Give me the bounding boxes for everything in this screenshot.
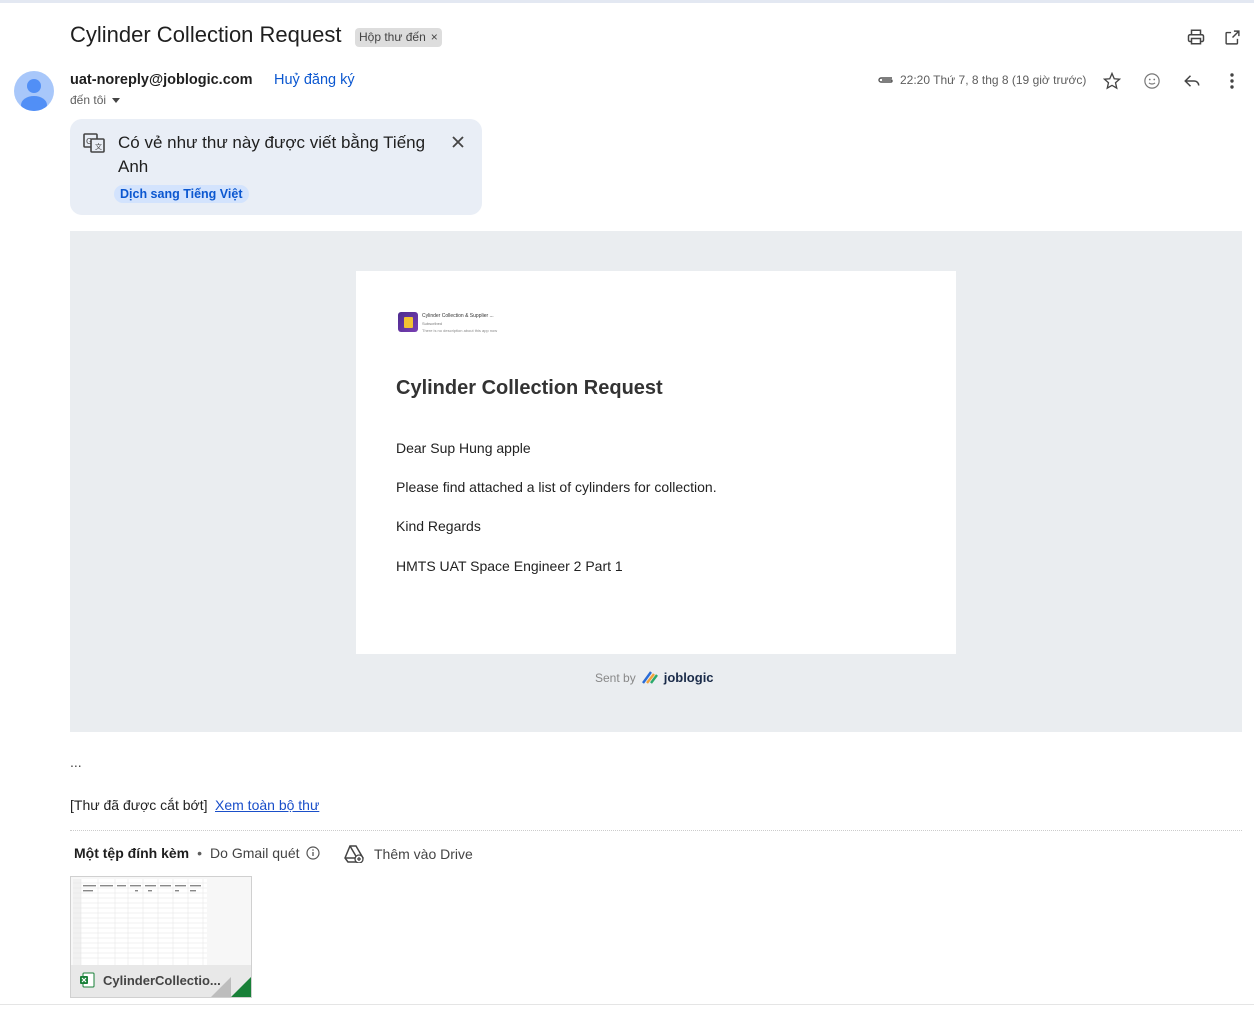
excel-file-icon <box>80 972 95 988</box>
clipped-notice: [Thư đã được cắt bớt] <box>70 797 208 813</box>
top-border <box>0 0 1254 3</box>
email-content-card: Cylinder Collection & Supplier ... Subsc… <box>356 271 956 654</box>
attachment-card[interactable]: CylinderCollectio... <box>70 876 252 998</box>
timestamp: 22:20 Thứ 7, 8 thg 8 (19 giờ trước) <box>900 73 1087 87</box>
app-subtitle: Subscribed <box>422 321 443 326</box>
more-vert-icon[interactable] <box>1221 70 1243 92</box>
show-trimmed-content[interactable]: ... <box>70 754 82 770</box>
star-icon[interactable] <box>1101 70 1123 92</box>
divider <box>70 830 1242 831</box>
translate-icon: G文 <box>83 133 105 153</box>
corner-fold <box>211 977 231 997</box>
add-to-drive-label: Thêm vào Drive <box>374 846 473 862</box>
signature-text: HMTS UAT Space Engineer 2 Part 1 <box>396 558 623 574</box>
inbox-label-chip[interactable]: Hộp thư đến × <box>355 28 442 47</box>
sender-email[interactable]: uat-noreply@joblogic.com <box>70 72 253 88</box>
greeting-text: Dear Sup Hung apple <box>396 440 531 456</box>
sent-by-label: Sent by <box>595 670 636 685</box>
joblogic-logo-icon <box>641 671 658 684</box>
view-full-message-link[interactable]: Xem toàn bộ thư <box>215 797 319 813</box>
remove-label-button[interactable]: × <box>431 28 438 47</box>
attachment-header: Một tệp đính kèm • Do Gmail quét <box>74 845 320 861</box>
reply-icon[interactable] <box>1181 70 1203 92</box>
file-type-corner <box>231 977 251 997</box>
print-icon[interactable] <box>1185 26 1207 48</box>
separator-dot: • <box>197 845 203 861</box>
app-logo <box>398 312 418 332</box>
email-body-title: Cylinder Collection Request <box>396 377 663 399</box>
close-icon[interactable] <box>452 136 464 148</box>
brand-name: joblogic <box>663 670 714 685</box>
email-subject: Cylinder Collection Request <box>70 22 342 47</box>
translate-action-button[interactable]: Dịch sang Tiếng Việt <box>114 185 249 203</box>
add-to-drive-button[interactable]: Thêm vào Drive <box>344 845 473 863</box>
svg-text:G: G <box>86 137 92 146</box>
email-meta: 22:20 Thứ 7, 8 thg 8 (19 giờ trước) <box>876 73 1086 87</box>
translate-message: Có vẻ như thư này được viết bằng Tiếng A… <box>118 133 426 176</box>
scan-notice: Do Gmail quét <box>210 845 300 861</box>
bottom-divider <box>0 1004 1254 1005</box>
open-in-new-icon[interactable] <box>1221 26 1243 48</box>
attachment-filename: CylinderCollectio... <box>103 973 221 988</box>
app-description: There is no description about this app n… <box>422 328 498 333</box>
svg-text:文: 文 <box>95 142 102 151</box>
recipient-dropdown[interactable]: đến tôi <box>70 93 121 107</box>
sent-by: Sent by joblogic <box>595 670 714 685</box>
inbox-label-text: Hộp thư đến <box>359 30 426 44</box>
emoji-icon[interactable] <box>1141 70 1163 92</box>
attachment-count: Một tệp đính kèm <box>74 845 190 861</box>
body-text: Please find attached a list of cylinders… <box>396 479 717 495</box>
info-icon[interactable] <box>305 846 320 860</box>
paperclip-icon <box>878 77 893 83</box>
closing-text: Kind Regards <box>396 518 481 534</box>
unsubscribe-link[interactable]: Huỷ đăng ký <box>274 72 355 88</box>
app-name: Cylinder Collection & Supplier ... <box>422 313 494 319</box>
chevron-down-icon <box>112 97 121 103</box>
drive-add-icon <box>344 845 364 863</box>
avatar[interactable] <box>14 71 54 111</box>
spreadsheet-preview <box>73 879 207 965</box>
recipient-label: đến tôi <box>70 93 107 107</box>
